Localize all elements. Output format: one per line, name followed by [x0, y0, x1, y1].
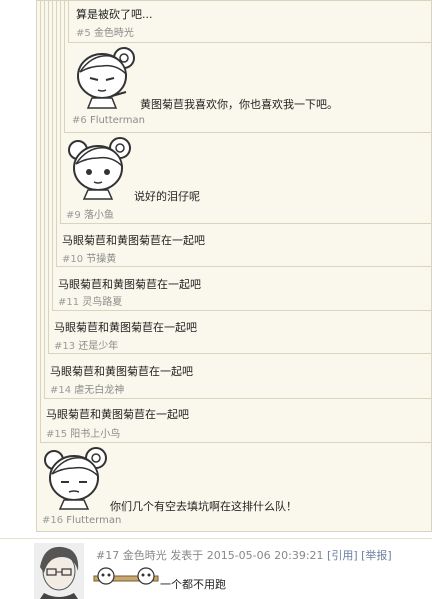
chibi-avatar-icon	[77, 47, 135, 109]
post-meta-row: #17 金色時光 发表于 2015-05-06 20:39:21 [引用] [举…	[96, 547, 392, 563]
posted-label: 发表于	[170, 549, 204, 562]
quote-number: #14	[50, 385, 72, 396]
quote-author[interactable]: 落小鱼	[84, 210, 114, 221]
quote-number: #5	[76, 28, 91, 39]
quote-link[interactable]: [引用]	[327, 549, 358, 562]
quote-text: 马眼菊苣和黄图菊苣在一起吧	[50, 365, 193, 378]
quote-meta: #14 虐无白龙神	[50, 381, 124, 396]
quote-meta: #6 Flutterman	[72, 115, 145, 126]
chibi-avatar-icon	[44, 447, 107, 510]
quote-text: 马眼菊苣和黄图菊苣在一起吧	[58, 278, 201, 291]
post-content: 一个都不用跑	[160, 578, 226, 591]
post-number[interactable]: #17	[96, 549, 119, 562]
quote-meta: #5 金色時光	[76, 24, 134, 39]
quote-text: 马眼菊苣和黄图菊苣在一起吧	[54, 321, 197, 334]
quote-author[interactable]: 阳书上小鸟	[70, 429, 120, 440]
quote-meta: #9 落小鱼	[66, 206, 114, 221]
quote-author[interactable]: Flutterman	[66, 515, 121, 526]
quote-text: 你们几个有空去填坑啊在这排什么队！	[110, 500, 297, 513]
quote-text: 算是被砍了吧...	[76, 8, 153, 21]
quote-author[interactable]: 节操黄	[86, 254, 116, 265]
post-author[interactable]: 金色時光	[123, 549, 167, 562]
quote-text: 说好的泪仔呢	[134, 190, 200, 203]
quote-author[interactable]: 还是少年	[78, 341, 118, 352]
divider	[0, 538, 432, 539]
user-avatar[interactable]	[34, 543, 84, 599]
quote-number: #15	[46, 429, 68, 440]
quote-author[interactable]: 灵鸟路夏	[82, 297, 122, 308]
chibi-avatar-icon	[68, 137, 131, 200]
quote-text: 黄图菊苣我喜欢你，你也喜欢我一下吧。	[140, 98, 338, 111]
quote-meta: #10 节操黄	[62, 250, 116, 265]
quote-meta: #11 灵鸟路夏	[58, 293, 122, 308]
quote-text: 马眼菊苣和黄图菊苣在一起吧	[62, 234, 205, 247]
quote-author[interactable]: 金色時光	[94, 28, 134, 39]
quote-author[interactable]: 虐无白龙神	[74, 385, 124, 396]
quote-author[interactable]: Flutterman	[90, 115, 145, 126]
quote-number: #10	[62, 254, 84, 265]
quote-number: #16	[42, 515, 64, 526]
quote-number: #11	[58, 297, 80, 308]
post-datetime: 2015-05-06 20:39:21	[206, 549, 324, 562]
quote-number: #6	[72, 115, 87, 126]
emoticon-icon	[93, 567, 159, 585]
quote-number: #9	[66, 210, 81, 221]
report-link[interactable]: [举报]	[361, 549, 392, 562]
quote-meta: #16 Flutterman	[42, 515, 121, 526]
quote-number: #13	[54, 341, 76, 352]
quote-meta: #13 还是少年	[54, 337, 118, 352]
quote-text: 马眼菊苣和黄图菊苣在一起吧	[46, 408, 189, 421]
quote-meta: #15 阳书上小鸟	[46, 425, 120, 440]
